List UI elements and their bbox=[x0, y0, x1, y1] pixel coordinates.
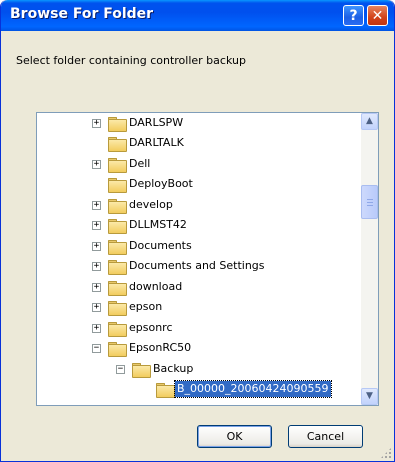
dialog-prompt: Select folder containing controller back… bbox=[16, 54, 246, 67]
tree-item-epsonrc50[interactable]: − EpsonRC50 bbox=[37, 338, 362, 358]
tree-item-darltalk[interactable]: DARLTALK bbox=[37, 133, 362, 153]
scroll-thumb[interactable] bbox=[361, 185, 378, 219]
tree-item-darlspw[interactable]: + DARLSPW bbox=[37, 113, 362, 133]
expand-icon[interactable]: + bbox=[92, 283, 101, 292]
expand-icon[interactable]: + bbox=[92, 303, 101, 312]
tree-item-dllmst42[interactable]: + DLLMST42 bbox=[37, 215, 362, 235]
folder-icon bbox=[108, 322, 127, 337]
close-icon: ✕ bbox=[371, 7, 384, 24]
scroll-up-button[interactable]: ▲ bbox=[361, 113, 378, 130]
collapse-icon[interactable]: − bbox=[92, 344, 101, 353]
tree-item-label: download bbox=[129, 280, 183, 293]
collapse-icon[interactable]: − bbox=[116, 365, 125, 374]
scroll-down-button[interactable]: ▼ bbox=[361, 388, 378, 405]
folder-icon bbox=[108, 301, 127, 316]
tree-item-label: epson bbox=[129, 300, 163, 313]
expand-icon[interactable]: + bbox=[92, 242, 101, 251]
close-button[interactable]: ✕ bbox=[367, 5, 388, 26]
tree-item-dell[interactable]: + Dell bbox=[37, 154, 362, 174]
tree-item-label: epsonrc bbox=[129, 321, 173, 334]
tree-item-documents[interactable]: + Documents bbox=[37, 236, 362, 256]
tree-item-label: EpsonRC50 bbox=[129, 341, 192, 354]
question-mark-icon: ? bbox=[349, 7, 358, 24]
folder-icon bbox=[108, 158, 127, 173]
expand-icon[interactable]: + bbox=[92, 221, 101, 230]
tree-item-label: Documents and Settings bbox=[129, 259, 265, 272]
expand-icon[interactable]: + bbox=[92, 160, 101, 169]
tree-item-label: Dell bbox=[129, 157, 151, 170]
folder-icon bbox=[108, 281, 127, 296]
folder-icon bbox=[108, 240, 127, 255]
tree-item-epson[interactable]: + epson bbox=[37, 297, 362, 317]
tree-item-label: DARLSPW bbox=[129, 116, 184, 129]
tree-item-label: develop bbox=[129, 198, 173, 211]
tree-item-documents-and-settings[interactable]: + Documents and Settings bbox=[37, 256, 362, 276]
tree-item-label: DARLTALK bbox=[129, 136, 184, 149]
folder-icon bbox=[108, 137, 127, 152]
title-bar[interactable]: Browse For Folder ? ✕ bbox=[1, 0, 394, 31]
tree-item-label-selected: B_00000_20060424090559 bbox=[174, 380, 332, 398]
ok-button[interactable]: OK bbox=[197, 425, 272, 448]
folder-icon bbox=[108, 342, 127, 357]
tree-item-deployboot[interactable]: DeployBoot bbox=[37, 174, 362, 194]
browse-for-folder-dialog: Browse For Folder ? ✕ Select folder cont… bbox=[0, 0, 395, 462]
tree-item-backup[interactable]: − Backup bbox=[37, 359, 362, 379]
expand-icon[interactable]: + bbox=[92, 119, 101, 128]
window-title: Browse For Folder bbox=[10, 6, 154, 22]
folder-icon bbox=[108, 219, 127, 234]
tree-item-label: Backup bbox=[153, 362, 194, 375]
folder-tree[interactable]: + DARLSPW DARLTALK + Dell DeployBoot + d… bbox=[36, 112, 379, 406]
folder-icon bbox=[108, 199, 127, 214]
tree-item-label: DeployBoot bbox=[129, 177, 193, 190]
expand-icon[interactable]: + bbox=[92, 324, 101, 333]
open-folder-icon bbox=[156, 383, 175, 398]
tree-item-b-00000-20060424090559[interactable]: B_00000_20060424090559 bbox=[37, 379, 362, 399]
vertical-scrollbar[interactable]: ▲ ▼ bbox=[361, 113, 378, 405]
resize-grip-icon[interactable] bbox=[380, 447, 392, 459]
tree-item-epsonrc[interactable]: + epsonrc bbox=[37, 318, 362, 338]
expand-icon[interactable]: + bbox=[92, 262, 101, 271]
tree-item-label: Documents bbox=[129, 239, 192, 252]
help-button[interactable]: ? bbox=[343, 5, 364, 26]
tree-item-label: DLLMST42 bbox=[129, 218, 187, 231]
cancel-button[interactable]: Cancel bbox=[288, 425, 363, 448]
tree-item-download[interactable]: + download bbox=[37, 277, 362, 297]
expand-icon[interactable]: + bbox=[92, 201, 101, 210]
grip-icon bbox=[367, 199, 373, 206]
folder-icon bbox=[108, 178, 127, 193]
folder-icon bbox=[108, 117, 127, 132]
folder-icon bbox=[132, 363, 151, 378]
chevron-down-icon: ▼ bbox=[366, 391, 373, 401]
folder-icon bbox=[108, 260, 127, 275]
chevron-up-icon: ▲ bbox=[366, 116, 373, 126]
tree-item-develop[interactable]: + develop bbox=[37, 195, 362, 215]
